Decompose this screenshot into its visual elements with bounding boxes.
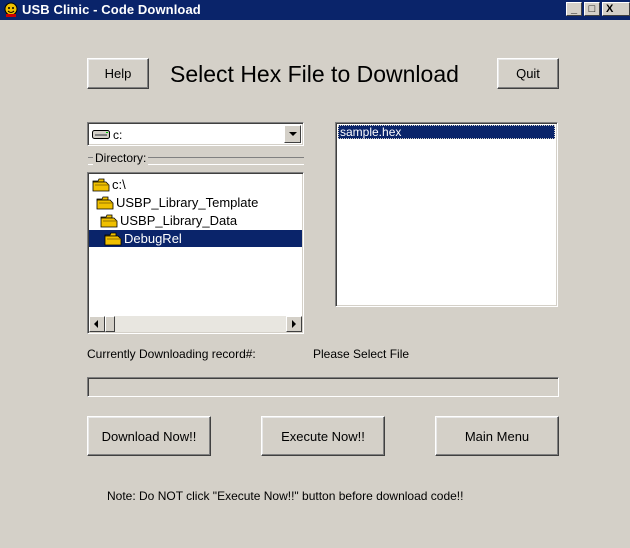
open-folder-icon bbox=[100, 214, 118, 227]
warning-note: Note: Do NOT click "Execute Now!!" butto… bbox=[107, 489, 464, 503]
main-menu-button[interactable]: Main Menu bbox=[435, 416, 559, 456]
directory-item-label: USBP_Library_Template bbox=[116, 195, 259, 210]
download-now-button[interactable]: Download Now!! bbox=[87, 416, 211, 456]
drive-dropdown-button[interactable] bbox=[284, 125, 301, 143]
page-title: Select Hex File to Download bbox=[170, 61, 459, 87]
open-folder-icon bbox=[96, 196, 114, 209]
directory-item-label: USBP_Library_Data bbox=[120, 213, 238, 228]
drive-select[interactable]: c: bbox=[87, 122, 304, 146]
scroll-right-button[interactable] bbox=[286, 316, 302, 332]
directory-label: Directory: bbox=[93, 151, 149, 165]
open-folder-icon bbox=[92, 178, 110, 191]
file-item-sample-hex[interactable]: sample.hex bbox=[338, 125, 555, 139]
chevron-down-icon bbox=[289, 132, 297, 136]
drive-value: c: bbox=[113, 128, 123, 142]
app-icon bbox=[4, 2, 18, 17]
directory-item-debugrel[interactable]: DebugRel bbox=[89, 230, 302, 247]
scroll-thumb[interactable] bbox=[105, 316, 115, 332]
arrow-right-icon bbox=[292, 320, 296, 328]
directory-hscrollbar[interactable] bbox=[89, 316, 302, 332]
arrow-left-icon bbox=[94, 320, 98, 328]
directory-item-label: DebugRel bbox=[124, 231, 182, 246]
download-progress-bar bbox=[87, 377, 559, 397]
directory-item-template[interactable]: USBP_Library_Template bbox=[96, 194, 258, 211]
close-button[interactable]: X bbox=[602, 2, 630, 16]
scroll-left-button[interactable] bbox=[89, 316, 105, 332]
maximize-button[interactable]: □ bbox=[584, 2, 600, 16]
drive-icon bbox=[92, 130, 110, 139]
directory-item-root[interactable]: c:\ bbox=[92, 176, 126, 193]
minimize-button[interactable]: _ bbox=[566, 2, 582, 16]
directory-item-label: c:\ bbox=[112, 177, 126, 192]
quit-button[interactable]: Quit bbox=[497, 58, 559, 89]
title-bar[interactable]: USB Clinic - Code Download _ □ X bbox=[0, 0, 630, 20]
record-label: Currently Downloading record#: bbox=[87, 347, 256, 361]
open-folder-icon bbox=[104, 232, 122, 245]
execute-now-button[interactable]: Execute Now!! bbox=[261, 416, 385, 456]
directory-item-data[interactable]: USBP_Library_Data bbox=[100, 212, 237, 229]
help-button[interactable]: Help bbox=[87, 58, 149, 89]
window-title: USB Clinic - Code Download bbox=[22, 2, 201, 17]
record-value: Please Select File bbox=[313, 347, 410, 361]
file-list[interactable] bbox=[335, 122, 558, 307]
